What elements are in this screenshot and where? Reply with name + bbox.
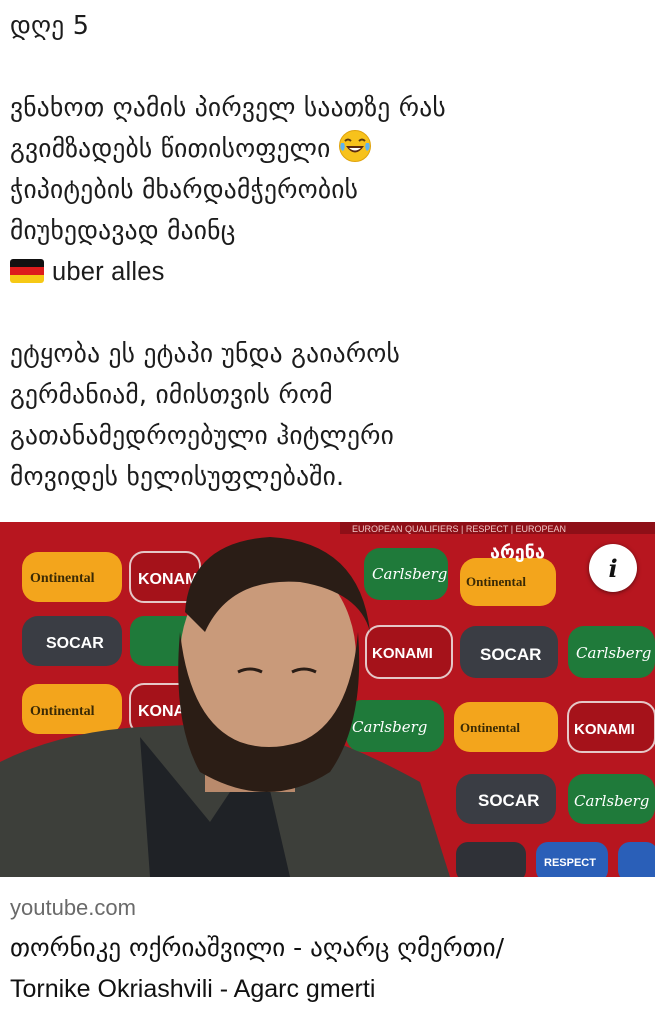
- continental-logo: Ontinental: [460, 720, 520, 735]
- backdrop-qualifiers-text: EUROPEAN QUALIFIERS | RESPECT | EUROPEAN: [352, 524, 566, 534]
- socar-logo: SOCAR: [46, 635, 104, 652]
- post-line: ჭიპიტების მხარდამჭერობის: [10, 175, 359, 205]
- carlsberg-logo: Carlsberg: [372, 565, 447, 583]
- carlsberg-logo: Carlsberg: [352, 718, 427, 736]
- germany-flag-icon: [10, 259, 44, 283]
- continental-logo: Ontinental: [466, 574, 526, 589]
- respect-logo: RESPECT: [544, 857, 596, 869]
- post-line-day: დღე 5: [10, 11, 90, 41]
- socar-logo: SOCAR: [480, 645, 541, 664]
- post-text: დღე 5 ვნახოთ ღამის პირველ საათზე რას გვი…: [10, 6, 650, 498]
- post-line: მიუხედავად მაინც: [10, 216, 236, 246]
- post-line: მოვიდეს ხელისუფლებაში.: [10, 462, 345, 492]
- carlsberg-logo: Carlsberg: [574, 792, 649, 810]
- post-line-text: uber alles: [52, 258, 165, 286]
- arena-channel-logo: არენა: [490, 542, 545, 563]
- face-with-tears-of-joy-icon: [339, 130, 372, 162]
- link-preview-meta[interactable]: youtube.com თორნიკე ოქრიაშვილი - აღარც ღ…: [0, 877, 655, 1024]
- post-line: uber alles: [10, 252, 650, 293]
- post-line: ვნახოთ ღამის პირველ საათზე რას: [10, 93, 446, 123]
- link-title-english[interactable]: Tornike Okriashvili - Agarc gmerti: [10, 975, 375, 1004]
- link-title-georgian[interactable]: თორნიკე ოქრიაშვილი - აღარც ღმერთი/: [10, 933, 504, 962]
- socar-logo: SOCAR: [478, 791, 539, 810]
- press-conference-photo: EUROPEAN QUALIFIERS | RESPECT | EUROPEAN…: [0, 522, 655, 877]
- continental-logo: Ontinental: [30, 704, 95, 719]
- link-domain: youtube.com: [10, 895, 136, 920]
- konami-logo: KONAMI: [574, 721, 635, 738]
- continental-logo: Ontinental: [30, 571, 95, 586]
- konami-logo: KONAMI: [372, 645, 433, 662]
- post-line: გათანამედროებული ჰიტლერი: [10, 421, 395, 451]
- post-line: გვიმზადებს წითისოფელი: [10, 129, 650, 170]
- post-line: გერმანიამ, იმისთვის რომ: [10, 380, 333, 410]
- link-preview-image[interactable]: EUROPEAN QUALIFIERS | RESPECT | EUROPEAN…: [0, 522, 655, 877]
- info-icon[interactable]: i: [589, 544, 637, 592]
- carlsberg-logo: Carlsberg: [576, 644, 651, 662]
- post-line: ეტყობა ეს ეტაპი უნდა გაიაროს: [10, 339, 401, 369]
- post-line-text: გვიმზადებს წითისოფელი: [10, 134, 331, 164]
